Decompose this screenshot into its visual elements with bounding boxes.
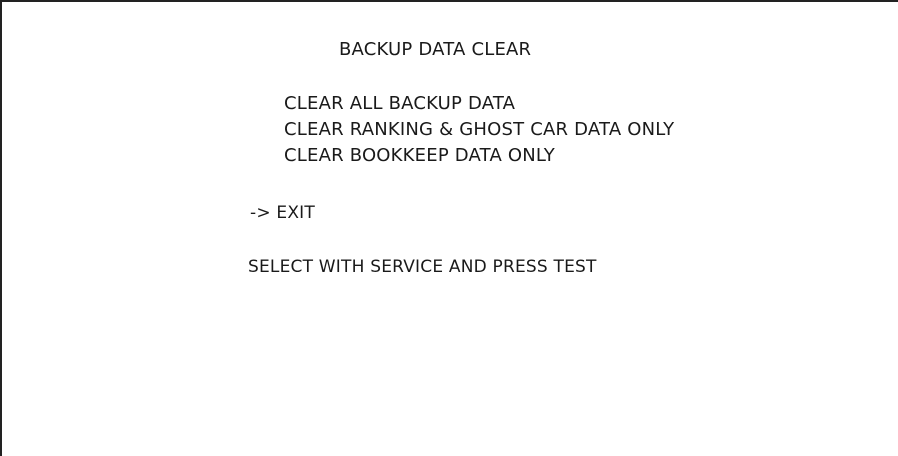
menu-item-clear-bookkeep[interactable]: CLEAR BOOKKEEP DATA ONLY	[284, 145, 555, 167]
exit-label: EXIT	[276, 203, 315, 223]
menu-item-clear-ranking-ghost[interactable]: CLEAR RANKING & GHOST CAR DATA ONLY	[284, 119, 674, 141]
frame-corner-gap	[876, 2, 898, 4]
menu-item-exit[interactable]: -> EXIT	[250, 202, 315, 224]
instruction-text: SELECT WITH SERVICE AND PRESS TEST	[248, 257, 597, 277]
screen-title: BACKUP DATA CLEAR	[339, 39, 532, 60]
test-mode-screen: BACKUP DATA CLEAR CLEAR ALL BACKUP DATA …	[0, 0, 898, 456]
menu-item-clear-all-backup[interactable]: CLEAR ALL BACKUP DATA	[284, 93, 515, 115]
selection-cursor: ->	[250, 203, 277, 223]
